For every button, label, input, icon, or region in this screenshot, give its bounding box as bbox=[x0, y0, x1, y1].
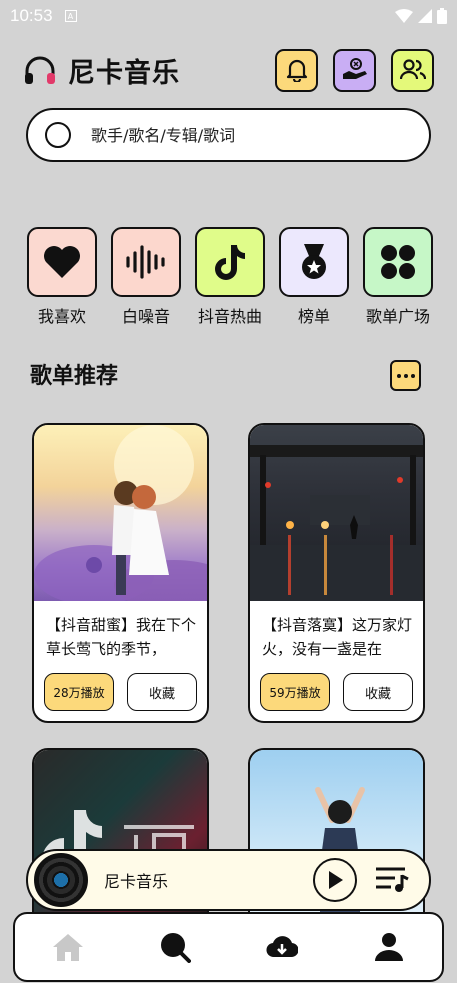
play-icon bbox=[329, 871, 343, 889]
tiktok-icon bbox=[215, 245, 245, 280]
cloud-download-icon bbox=[266, 936, 298, 958]
grid-icon bbox=[381, 245, 415, 279]
category-charts[interactable]: 榜单 bbox=[277, 227, 351, 327]
card-actions: 59万播放 收藏 bbox=[250, 673, 423, 711]
category-icon-box bbox=[111, 227, 181, 297]
app-header: 尼卡音乐 bbox=[24, 48, 434, 92]
playlist-card[interactable]: 【抖音甜蜜】我在下个草长莺飞的季节， 28万播放 收藏 bbox=[32, 423, 209, 723]
rainy-street-illustration bbox=[250, 445, 423, 601]
notification-a-icon: A bbox=[64, 10, 77, 22]
category-label: 榜单 bbox=[297, 307, 330, 326]
play-count-badge[interactable]: 59万播放 bbox=[260, 673, 330, 711]
more-button[interactable] bbox=[390, 360, 421, 391]
category-icon-box bbox=[363, 227, 433, 297]
status-bar: 10:53 A bbox=[0, 0, 457, 32]
play-count-badge[interactable]: 28万播放 bbox=[44, 673, 114, 711]
heart-icon bbox=[44, 246, 80, 278]
search-nav-icon bbox=[161, 933, 192, 963]
playlist-icon[interactable] bbox=[375, 866, 409, 894]
collect-button[interactable]: 收藏 bbox=[343, 673, 413, 711]
category-row: 我喜欢 白噪音 抖音热曲 榜单 歌单广场 bbox=[25, 227, 435, 327]
couple-illustration bbox=[34, 425, 207, 601]
bell-icon bbox=[286, 59, 307, 82]
bottom-nav bbox=[13, 912, 444, 982]
home-icon bbox=[53, 934, 84, 961]
nav-home[interactable] bbox=[48, 927, 88, 967]
category-white-noise[interactable]: 白噪音 bbox=[109, 227, 183, 327]
player-title: 尼卡音乐 bbox=[104, 872, 169, 891]
search-icon bbox=[45, 122, 71, 148]
mini-player[interactable]: 尼卡音乐 bbox=[26, 849, 431, 911]
play-button[interactable] bbox=[313, 858, 357, 902]
headphones-icon bbox=[25, 56, 55, 84]
search-bar[interactable] bbox=[26, 108, 431, 162]
playlist-description: 【抖音落寞】这万家灯火，没有一盏是在 bbox=[262, 616, 413, 658]
category-label: 歌单广场 bbox=[365, 307, 430, 326]
users-button[interactable] bbox=[391, 48, 434, 92]
users-icon bbox=[399, 59, 426, 80]
nav-discover[interactable] bbox=[155, 927, 195, 967]
category-tiktok-hits[interactable]: 抖音热曲 bbox=[193, 227, 267, 327]
category-icon-box bbox=[195, 227, 265, 297]
status-time: 10:53 bbox=[10, 6, 53, 25]
nav-download[interactable] bbox=[262, 927, 302, 967]
vinyl-disc-icon bbox=[34, 853, 88, 907]
user-icon bbox=[374, 933, 403, 961]
status-icons bbox=[395, 8, 447, 24]
nav-profile[interactable] bbox=[369, 927, 409, 967]
sound-wave-icon bbox=[126, 245, 165, 279]
dot-icon bbox=[403, 373, 408, 378]
collect-button[interactable]: 收藏 bbox=[127, 673, 197, 711]
medal-icon bbox=[302, 244, 326, 279]
playlist-cover bbox=[250, 425, 423, 601]
category-label: 抖音热曲 bbox=[197, 307, 262, 326]
category-icon-box bbox=[279, 227, 349, 297]
header-actions bbox=[275, 48, 434, 92]
dot-icon bbox=[410, 373, 415, 378]
hand-coin-icon bbox=[342, 58, 367, 79]
battery-icon bbox=[437, 8, 447, 24]
gift-button[interactable] bbox=[333, 48, 376, 92]
dot-icon bbox=[396, 373, 401, 378]
card-actions: 28万播放 收藏 bbox=[34, 673, 207, 711]
category-label: 白噪音 bbox=[121, 307, 170, 326]
category-icon-box bbox=[27, 227, 97, 297]
playlist-cover bbox=[34, 425, 207, 601]
playlist-description: 【抖音甜蜜】我在下个草长莺飞的季节， bbox=[46, 616, 197, 658]
wifi-icon bbox=[395, 9, 413, 23]
search-input[interactable] bbox=[91, 125, 371, 145]
signal-icon bbox=[418, 9, 432, 23]
notification-button[interactable] bbox=[275, 48, 318, 92]
section-title: 歌单推荐 bbox=[30, 364, 119, 389]
category-label: 我喜欢 bbox=[37, 307, 86, 326]
category-favorites[interactable]: 我喜欢 bbox=[25, 227, 99, 327]
app-title: 尼卡音乐 bbox=[68, 57, 180, 89]
category-playlist-square[interactable]: 歌单广场 bbox=[361, 227, 435, 327]
playlist-card[interactable]: 【抖音落寞】这万家灯火，没有一盏是在 59万播放 收藏 bbox=[248, 423, 425, 723]
